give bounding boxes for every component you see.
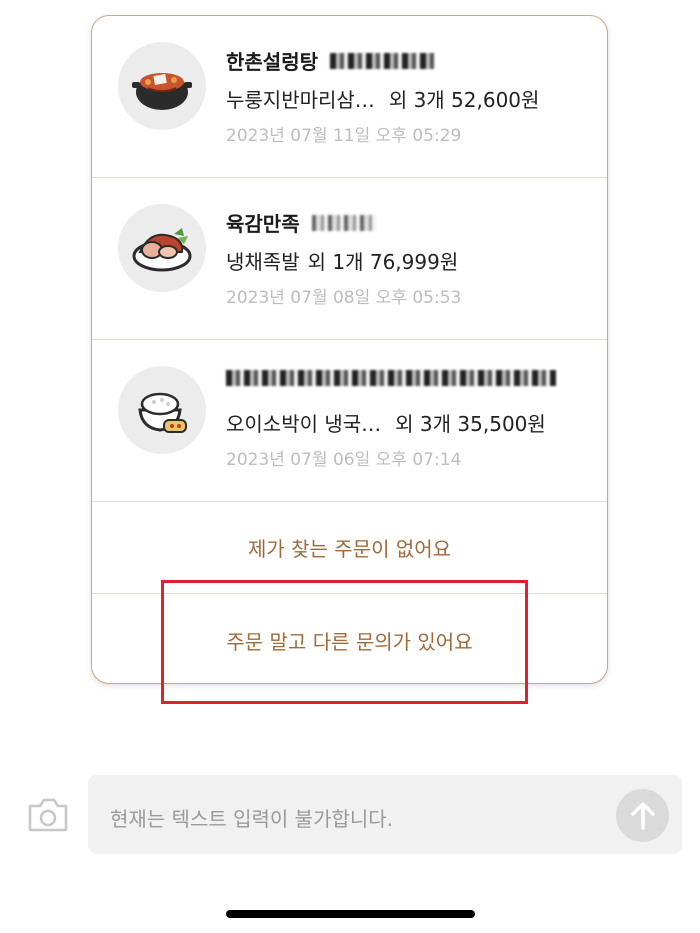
menu-count-price: 외 3개 52,600원	[388, 88, 540, 112]
rice-bowl-icon	[118, 366, 206, 454]
order-date: 2023년 07월 11일 오후 05:29	[226, 126, 462, 146]
menu-name: 오이소박이 냉국…	[226, 412, 382, 436]
pork-dish-icon	[118, 204, 206, 292]
order-item[interactable]: 육감만족 냉채족발 외 1개 76,999원 2023년 07월 08일 오후 0…	[92, 178, 607, 340]
order-select-card: 한촌설렁탕 누룽지반마리삼… 외 3개 52,600원 2023년 07월 11일…	[91, 15, 608, 684]
arrow-up-icon	[630, 801, 655, 830]
store-name	[226, 370, 556, 386]
menu-count-price: 외 3개 35,500원	[395, 412, 546, 436]
order-item[interactable]: 한촌설렁탕 누룽지반마리삼… 외 3개 52,600원 2023년 07월 11일…	[92, 16, 607, 178]
send-button[interactable]	[616, 789, 669, 842]
redacted-text	[226, 370, 556, 386]
store-name-text: 육감만족	[226, 212, 300, 236]
order-summary: 냉채족발 외 1개 76,999원	[226, 246, 458, 275]
menu-name: 누룽지반마리삼…	[226, 88, 375, 112]
other-inquiry-button[interactable]: 주문 말고 다른 문의가 있어요	[92, 594, 607, 683]
order-summary: 오이소박이 냉국… 외 3개 35,500원	[226, 408, 546, 437]
redacted-text	[311, 214, 376, 231]
store-name: 한촌설렁탕	[226, 46, 434, 75]
menu-count-price: 외 1개 76,999원	[307, 250, 459, 274]
message-input[interactable]: 현재는 텍스트 입력이 불가합니다.	[88, 775, 682, 854]
store-name-text: 한촌설렁탕	[226, 50, 318, 74]
store-name: 육감만족	[226, 208, 376, 237]
menu-name: 냉채족발	[226, 250, 300, 274]
order-date: 2023년 07월 08일 오후 05:53	[226, 288, 462, 308]
message-input-placeholder: 현재는 텍스트 입력이 불가합니다.	[110, 807, 394, 831]
stew-pot-icon	[118, 42, 206, 130]
order-summary: 누룽지반마리삼… 외 3개 52,600원	[226, 84, 539, 113]
redacted-text	[330, 52, 434, 69]
order-item[interactable]: 오이소박이 냉국… 외 3개 35,500원 2023년 07월 06일 오후 0…	[92, 340, 607, 502]
order-not-found-button[interactable]: 제가 찾는 주문이 없어요	[92, 502, 607, 594]
home-indicator[interactable]	[226, 910, 475, 918]
camera-icon[interactable]	[26, 796, 70, 834]
order-date: 2023년 07월 06일 오후 07:14	[226, 450, 462, 470]
